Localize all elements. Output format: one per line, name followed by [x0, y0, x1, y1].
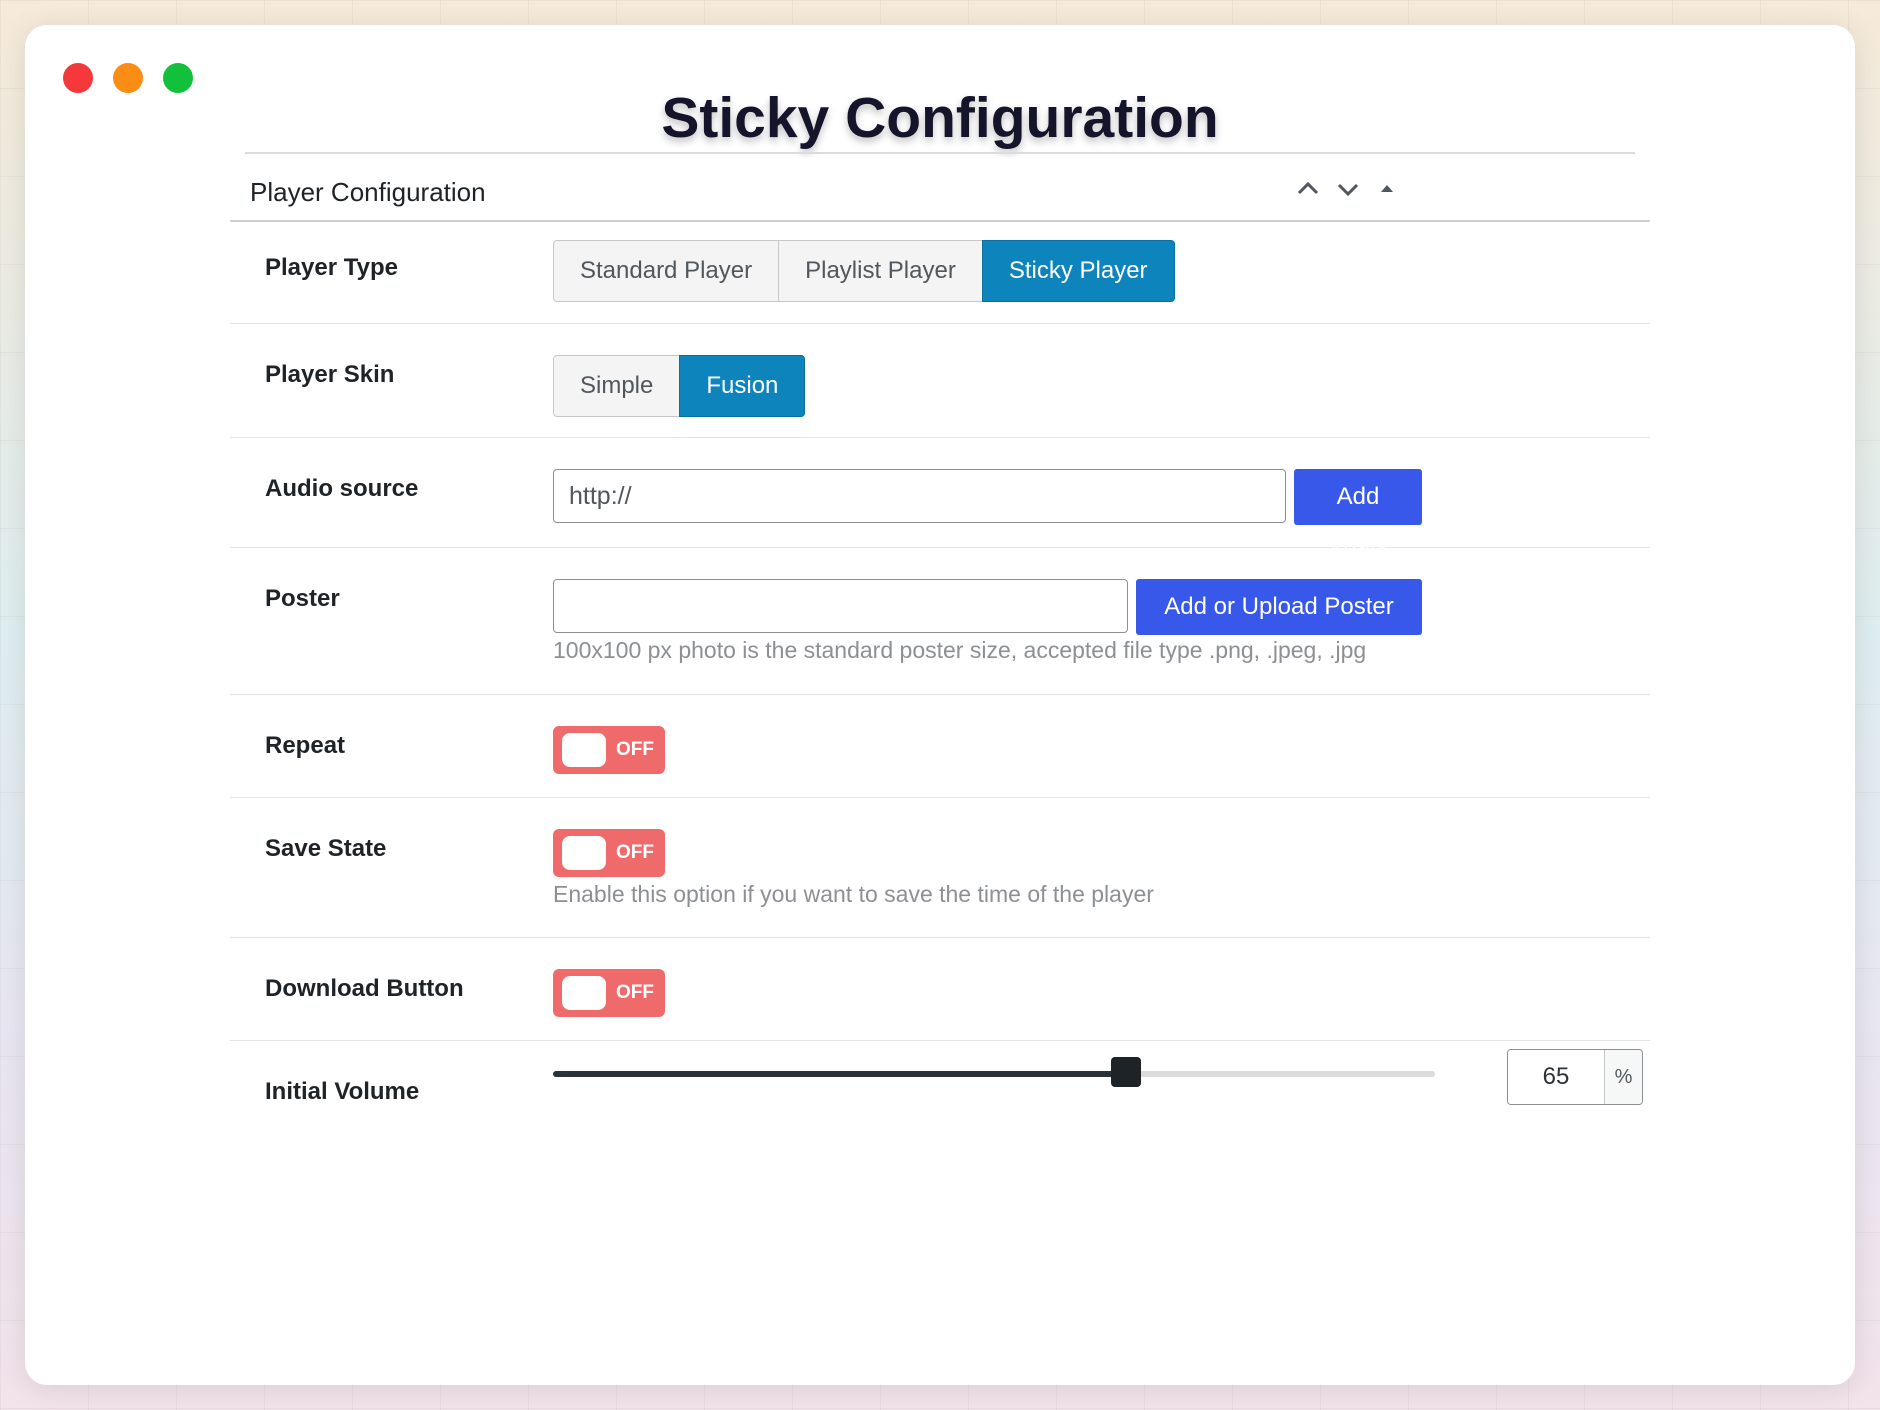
player-type-segmented: Standard Player Playlist Player Sticky P…: [553, 240, 1175, 302]
sticky-player-option[interactable]: Sticky Player: [981, 240, 1175, 302]
repeat-toggle[interactable]: OFF: [553, 726, 665, 774]
add-audio-button[interactable]: Add Audio: [1294, 469, 1422, 566]
volume-slider-track[interactable]: [553, 1057, 1435, 1087]
panel-title: Player Configuration: [250, 177, 486, 207]
repeat-label: Repeat: [265, 732, 346, 759]
save-state-row: Save State OFF Enable this option if you…: [230, 797, 1650, 938]
repeat-toggle-state: OFF: [616, 739, 654, 760]
fusion-skin-option[interactable]: Fusion: [679, 355, 806, 417]
save-state-toggle-state: OFF: [616, 842, 654, 863]
audio-source-label: Audio source: [265, 475, 419, 502]
toggle-knob: [562, 976, 606, 1010]
download-button-toggle[interactable]: OFF: [553, 969, 665, 1017]
audio-source-input[interactable]: [553, 469, 1286, 523]
toggle-knob: [562, 733, 606, 767]
repeat-row: Repeat OFF: [230, 694, 1650, 798]
audio-source-row: Audio source Add Audio: [230, 437, 1650, 566]
initial-volume-row: Initial Volume: [230, 1040, 1650, 1150]
simple-skin-option[interactable]: Simple: [553, 355, 681, 417]
upload-poster-button[interactable]: Add or Upload Poster Image: [1136, 579, 1422, 676]
volume-slider-handle[interactable]: [1111, 1057, 1142, 1087]
player-skin-segmented: Simple Fusion: [553, 355, 806, 417]
app-window: Sticky Configuration Player Configuratio…: [25, 25, 1855, 1385]
volume-unit: %: [1605, 1050, 1642, 1104]
playlist-player-option[interactable]: Playlist Player: [778, 240, 983, 302]
page-title: Sticky Configuration: [661, 86, 1219, 150]
toggle-knob: [562, 836, 606, 870]
player-skin-label: Player Skin: [265, 361, 395, 388]
player-skin-row: Player Skin Simple Fusion: [230, 323, 1650, 438]
poster-row: Poster Add or Upload Poster Image 100x10…: [230, 547, 1650, 695]
download-button-row: Download Button OFF: [230, 937, 1650, 1041]
poster-help-text: 100x100 px photo is the standard poster …: [553, 637, 1367, 663]
move-down-icon[interactable]: [1333, 174, 1363, 204]
volume-number-box: %: [1507, 1049, 1643, 1105]
player-type-label: Player Type: [265, 254, 398, 281]
standard-player-option[interactable]: Standard Player: [553, 240, 780, 302]
volume-slider-fill: [553, 1071, 1127, 1077]
download-button-toggle-state: OFF: [616, 982, 654, 1003]
save-state-help-text: Enable this option if you want to save t…: [553, 881, 1154, 907]
download-button-label: Download Button: [265, 975, 464, 1002]
save-state-toggle[interactable]: OFF: [553, 829, 665, 877]
save-state-label: Save State: [265, 835, 387, 862]
volume-number-input[interactable]: [1508, 1050, 1605, 1104]
player-type-row: Player Type Standard Player Playlist Pla…: [230, 220, 1650, 324]
collapse-triangle-icon[interactable]: [1372, 174, 1402, 204]
panel-header: Player Configuration: [230, 154, 1650, 222]
poster-label: Poster: [265, 585, 340, 612]
initial-volume-label: Initial Volume: [265, 1078, 420, 1105]
move-up-icon[interactable]: [1293, 174, 1323, 204]
poster-url-input[interactable]: [553, 579, 1128, 633]
